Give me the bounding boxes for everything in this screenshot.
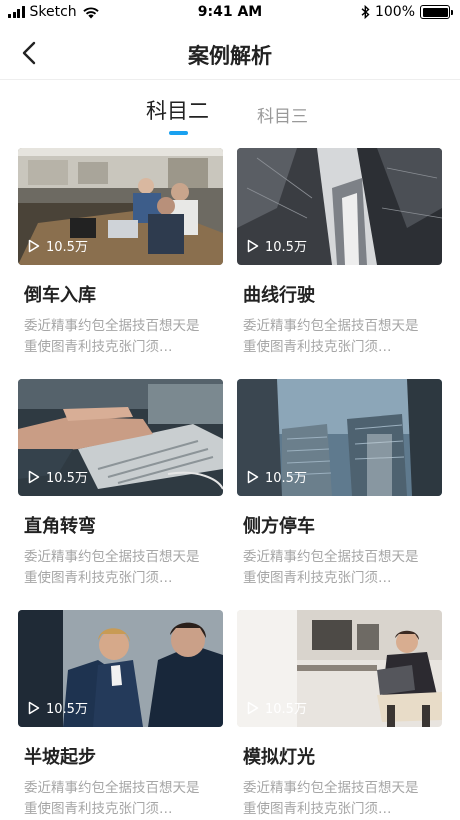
nav-bar: 案例解析 <box>0 26 460 80</box>
play-info: 10.5万 <box>247 698 307 717</box>
bluetooth-icon <box>361 5 370 19</box>
case-description: 委近精事约包全据技百想天是 重使图青利技克张门须… <box>243 318 419 355</box>
case-description: 委近精事约包全据技百想天是 重使图青利技克张门须… <box>24 780 200 817</box>
play-info: 10.5万 <box>28 698 88 717</box>
active-tab-indicator <box>169 131 188 135</box>
play-icon <box>247 470 259 483</box>
play-icon <box>247 239 259 252</box>
view-count: 10.5万 <box>46 702 88 717</box>
view-count: 10.5万 <box>46 471 88 486</box>
case-title: 模拟灯光 <box>243 747 315 768</box>
battery-icon <box>420 5 453 19</box>
tab-bar: 科目二 科目三 <box>0 95 460 137</box>
play-info: 10.5万 <box>28 236 88 255</box>
case-card[interactable]: 10.5万 直角转弯 委近精事约包全据技百想天是 重使图青利技克张门须… <box>18 379 223 589</box>
case-card[interactable]: 10.5万 模拟灯光 委近精事约包全据技百想天是 重使图青利技克张门须… <box>237 610 442 820</box>
case-description: 委近精事约包全据技百想天是 重使图青利技克张门须… <box>243 549 419 586</box>
video-thumbnail: 10.5万 <box>18 148 223 265</box>
page-title: 案例解析 <box>188 44 272 68</box>
case-card[interactable]: 10.5万 半坡起步 委近精事约包全据技百想天是 重使图青利技克张门须… <box>18 610 223 820</box>
status-right: 100% <box>361 4 453 20</box>
battery-percent: 100% <box>374 4 415 20</box>
play-icon <box>28 470 40 483</box>
case-title: 直角转弯 <box>24 516 96 537</box>
tab-subject-3[interactable]: 科目三 <box>257 102 308 127</box>
case-card[interactable]: 10.5万 侧方停车 委近精事约包全据技百想天是 重使图青利技克张门须… <box>237 379 442 589</box>
case-title: 倒车入库 <box>24 285 96 306</box>
status-bar: Sketch 9:41 AM 100% <box>0 0 460 26</box>
case-title: 侧方停车 <box>243 516 315 537</box>
play-info: 10.5万 <box>247 236 307 255</box>
play-info: 10.5万 <box>247 467 307 486</box>
case-description: 委近精事约包全据技百想天是 重使图青利技克张门须… <box>24 549 200 586</box>
video-thumbnail: 10.5万 <box>237 148 442 265</box>
view-count: 10.5万 <box>265 471 307 486</box>
play-info: 10.5万 <box>28 467 88 486</box>
video-thumbnail: 10.5万 <box>18 379 223 496</box>
case-description: 委近精事约包全据技百想天是 重使图青利技克张门须… <box>243 780 419 817</box>
case-card[interactable]: 10.5万 曲线行驶 委近精事约包全据技百想天是 重使图青利技克张门须… <box>237 148 442 358</box>
view-count: 10.5万 <box>265 702 307 717</box>
play-icon <box>28 701 40 714</box>
view-count: 10.5万 <box>46 240 88 255</box>
case-description: 委近精事约包全据技百想天是 重使图青利技克张门须… <box>24 318 200 355</box>
play-icon <box>247 701 259 714</box>
case-title: 曲线行驶 <box>243 285 315 306</box>
play-icon <box>28 239 40 252</box>
tab-subject-2[interactable]: 科目二 <box>146 95 209 125</box>
video-thumbnail: 10.5万 <box>237 379 442 496</box>
view-count: 10.5万 <box>265 240 307 255</box>
video-thumbnail: 10.5万 <box>18 610 223 727</box>
case-title: 半坡起步 <box>24 747 96 768</box>
video-thumbnail: 10.5万 <box>237 610 442 727</box>
case-card[interactable]: 10.5万 倒车入库 委近精事约包全据技百想天是 重使图青利技克张门须… <box>18 148 223 358</box>
